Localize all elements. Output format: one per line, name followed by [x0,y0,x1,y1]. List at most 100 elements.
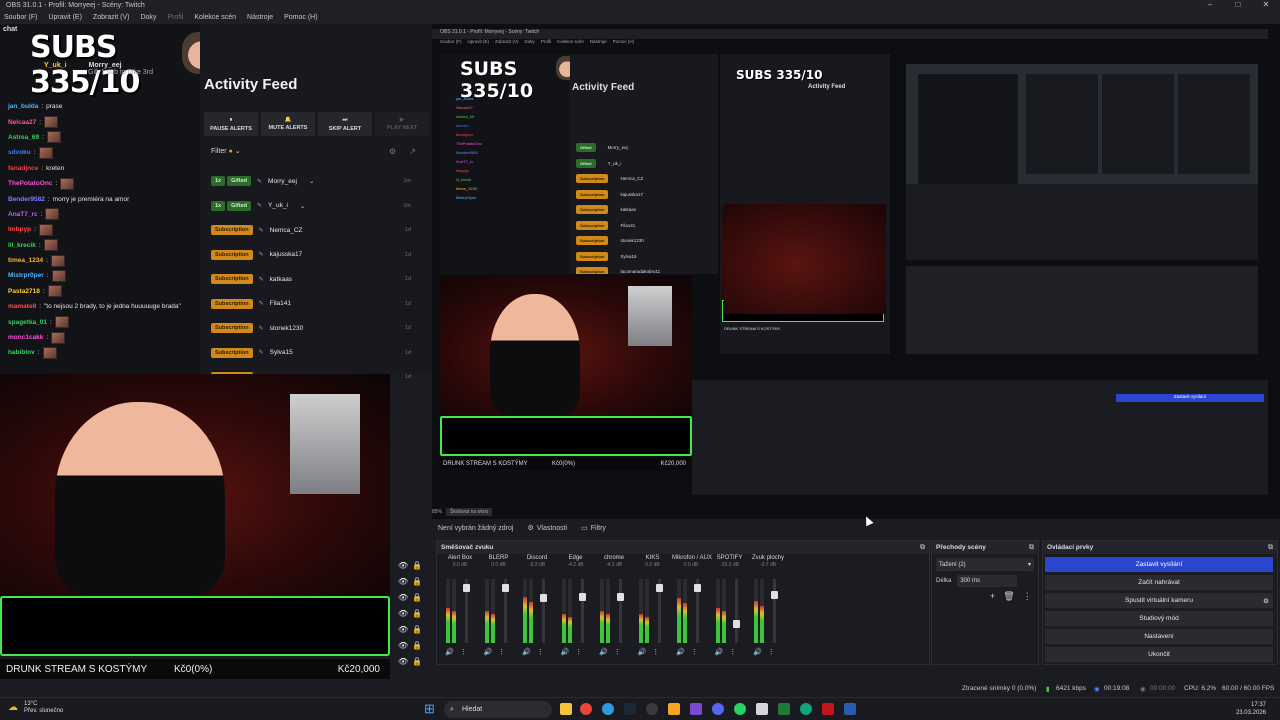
play-next-button[interactable]: ▶ PLAY NEXT [375,112,429,136]
menu-tools[interactable]: Nástroje [247,14,273,21]
virtual-camera-gear-icon[interactable]: ⚙ [1263,597,1269,605]
mute-speaker-icon[interactable]: 🔊 [599,648,608,656]
skip-alert-button[interactable]: ⏭ SKIP ALERT [318,112,372,136]
slider-knob[interactable] [501,584,509,593]
feed-item[interactable]: Subscription ✎ Fila141 1d [211,292,421,317]
mute-speaker-icon[interactable]: 🔊 [561,648,570,656]
chat-username[interactable]: Nelcaa27 [8,119,36,126]
add-transition-icon[interactable]: + [990,591,995,602]
chrome-icon[interactable] [580,703,592,715]
chevron-down-icon[interactable]: ⌄ [309,177,314,185]
eye-icon[interactable]: 👁 [398,561,408,570]
volume-slider[interactable] [694,579,701,643]
chat-username[interactable]: sdvoku [8,149,31,156]
mute-speaker-icon[interactable]: 🔊 [638,648,647,656]
more-options-icon[interactable]: ⋮ [1023,591,1032,602]
eye-icon[interactable]: 👁 [398,657,408,666]
chat-username[interactable]: Pasta2718 [8,288,40,295]
channel-menu-icon[interactable]: ⋮ [768,648,775,656]
channel-menu-icon[interactable]: ⋮ [652,648,659,656]
mute-speaker-icon[interactable]: 🔊 [715,648,724,656]
mute-speaker-icon[interactable]: 🔊 [445,648,454,656]
menu-help[interactable]: Pomoc (H) [284,14,317,21]
menu-scene-collection[interactable]: Kolekce scén [194,14,236,21]
chat-username[interactable]: Mistrpr0per [8,272,44,279]
slider-knob[interactable] [463,584,470,593]
start-recording-button[interactable]: Začít nahrávat [1045,575,1273,590]
menu-view[interactable]: Zobrazit (V) [93,14,130,21]
volume-slider[interactable] [463,579,470,643]
chat-username[interactable]: mamate8 [8,303,36,310]
slider-knob[interactable] [694,584,701,593]
properties-button[interactable]: ⚙ Vlastnosti [527,524,567,533]
feed-item[interactable]: Subscription ✎ Sylva15 1d [211,341,421,366]
slider-knob[interactable] [771,590,778,599]
exit-button[interactable]: Ukončit [1045,647,1273,662]
lock-icon[interactable]: 🔒 [412,593,422,602]
lock-icon[interactable]: 🔒 [412,609,422,618]
menu-profile[interactable]: Profil [167,14,183,21]
chat-username[interactable]: Astrea_69 [8,134,39,141]
eye-icon[interactable]: 👁 [398,593,408,602]
channel-menu-icon[interactable]: ⋮ [614,648,621,656]
menu-edit[interactable]: Upravit (E) [48,14,81,21]
filter-dropdown[interactable]: Filter ● ⌄ [211,147,241,155]
chat-username[interactable]: monc1cakk [8,334,43,341]
settings-button[interactable]: Nastavení [1045,629,1273,644]
start-icon[interactable]: ⊞ [424,701,435,717]
maximize-icon[interactable]: □ [1224,0,1252,9]
channel-menu-icon[interactable]: ⋮ [537,648,544,656]
taskbar-search[interactable]: ⌕ Hledat [444,701,552,718]
feed-item[interactable]: 1x Gifted ✎ Morry_eej ⌄ 1m [211,169,421,194]
volume-slider[interactable] [771,579,778,643]
channel-menu-icon[interactable]: ⋮ [729,648,736,656]
chat-username[interactable]: lil_krecik [8,242,36,249]
feed-item[interactable]: 1x Gifted ✎ Y_uk_i ⌄ 1m [211,194,421,219]
zoom-select[interactable]: Škálovat na okno [446,507,493,516]
file-explorer-icon[interactable] [560,703,572,715]
chat-username[interactable]: habiblov [8,349,35,356]
discord-icon[interactable] [712,703,724,715]
mute-speaker-icon[interactable]: 🔊 [676,648,685,656]
undock-icon[interactable]: ⧉ [1029,544,1034,552]
app-icon-2[interactable] [756,703,768,715]
mute-alerts-button[interactable]: 🔔 MUTE ALERTS [261,112,315,136]
chatgpt-icon[interactable] [800,703,812,715]
volume-slider[interactable] [655,579,663,643]
steam-2-icon[interactable] [844,703,856,715]
minimize-icon[interactable]: – [1196,0,1224,9]
popout-icon[interactable]: ↗ [409,147,416,156]
lock-icon[interactable]: 🔒 [412,625,422,634]
whatsapp-icon[interactable] [734,703,746,715]
volume-slider[interactable] [617,579,624,643]
slider-knob[interactable] [540,594,547,603]
transition-select[interactable]: Tažení (2) [936,558,1034,571]
start-virtual-camera-button[interactable]: Spustit virtuální kameru ⚙ [1045,593,1273,608]
menu-docks[interactable]: Doky [140,14,156,21]
weather-widget[interactable]: 13°C Přev. slunečno [24,701,63,715]
excel-icon[interactable] [778,703,790,715]
feed-item[interactable]: Subscription ✎ katkaas 1d [211,267,421,292]
obs-icon[interactable] [646,703,658,715]
undock-icon[interactable]: ⧉ [920,544,925,552]
system-clock[interactable]: 17:37 23.03.2026 [1236,701,1266,717]
chat-username[interactable]: ThePotatoOnc [8,180,52,187]
acrobat-icon[interactable] [822,703,834,715]
eye-icon[interactable]: 👁 [398,625,408,634]
slider-knob[interactable] [617,592,624,601]
stop-streaming-button[interactable]: Zastavit vysílání [1045,557,1273,572]
steam-icon[interactable] [624,703,636,715]
chat-username[interactable]: timea_1234 [8,257,43,264]
volume-slider[interactable] [501,579,509,643]
mute-speaker-icon[interactable]: 🔊 [753,648,762,656]
chat-username[interactable]: fanadjnce [8,165,38,172]
channel-menu-icon[interactable]: ⋮ [460,648,467,656]
studio-mode-button[interactable]: Studiový mód [1045,611,1273,626]
mute-speaker-icon[interactable]: 🔊 [484,648,493,656]
eye-icon[interactable]: 👁 [398,609,408,618]
twitch-icon[interactable] [690,703,702,715]
menu-file[interactable]: Soubor (F) [4,14,37,21]
lock-icon[interactable]: 🔒 [412,657,422,666]
chat-username[interactable]: Bender9582 [8,196,45,203]
channel-menu-icon[interactable]: ⋮ [691,648,698,656]
